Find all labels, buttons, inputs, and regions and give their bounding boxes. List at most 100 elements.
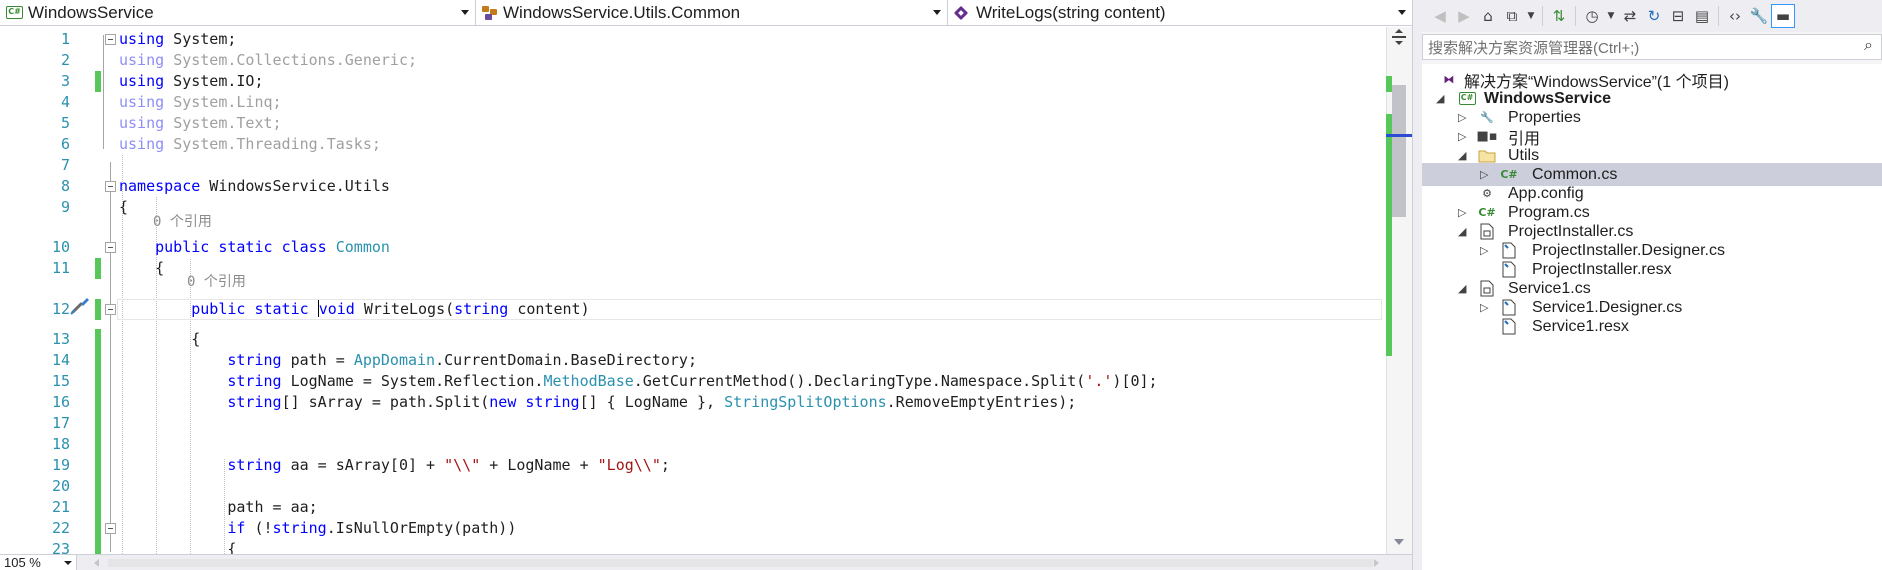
code-line[interactable]: 15 string LogName = System.Reflection.Me… [0,371,1386,392]
references-icon: ■▪ [1476,129,1498,144]
expanded-arrow-icon[interactable]: ◢ [1458,226,1468,237]
code-line[interactable]: 20 [0,476,1386,497]
expanded-arrow-icon[interactable]: ◢ [1458,283,1468,294]
member-dropdown[interactable]: WriteLogs(string content) [948,0,1412,25]
zoom-dropdown[interactable]: 105 % [0,555,77,570]
change-marker [95,434,101,455]
code-line[interactable]: 10 public static class Common [0,237,1386,258]
collapse-icon[interactable] [105,181,116,192]
code-text: { [119,330,201,348]
explorer-search-input[interactable]: 搜索解决方案资源管理器(Ctrl+;) ⌕ [1422,34,1882,60]
horizontal-scrollbar[interactable]: 105 % [0,554,1412,570]
component-file-icon [1478,280,1496,298]
code-line[interactable]: 12 public static void WriteLogs(string c… [0,299,1386,320]
csharp-project-icon: C# [1458,92,1476,105]
search-icon[interactable]: ⌕ [1864,37,1873,55]
collapsed-arrow-icon[interactable]: ▷ [1458,207,1468,218]
collapse-icon[interactable] [105,34,116,45]
collapsed-arrow-icon[interactable]: ▷ [1458,131,1468,142]
code-text: { [119,540,237,554]
chevron-down-icon [64,561,72,565]
code-line[interactable]: 8 namespace WindowsService.Utils [0,176,1386,197]
config-icon: ⚙ [1482,187,1492,200]
code-text: using System.IO; [119,72,264,90]
collapsed-arrow-icon[interactable]: ▷ [1480,245,1490,256]
sync-icon[interactable]: ⇄ [1618,4,1642,28]
preview-selected-items-icon[interactable]: ▬ [1771,4,1795,28]
code-line[interactable]: 19 string aa = sArray[0] + "\\" + LogNam… [0,455,1386,476]
change-marker [95,71,101,92]
expanded-arrow-icon[interactable]: ◢ [1458,150,1468,161]
class-icon [482,5,498,20]
pending-changes-filter-icon[interactable]: ⇅ [1547,4,1571,28]
collapse-icon[interactable] [105,304,116,315]
show-all-files-icon[interactable]: ▤ [1690,4,1714,28]
scroll-down-icon[interactable] [1394,539,1404,545]
code-line[interactable]: 16 string[] sArray = path.Split(new stri… [0,392,1386,413]
back-icon[interactable]: ◀ [1428,4,1452,28]
quick-actions-icon[interactable] [70,295,92,315]
scroll-left-icon[interactable] [94,559,99,567]
chevron-down-icon [1398,10,1406,15]
code-line[interactable]: 7 [0,155,1386,176]
refresh-icon[interactable]: ↻ [1642,4,1666,28]
code-line[interactable]: 18 [0,434,1386,455]
chevron-down-icon[interactable]: ▼ [1604,4,1618,28]
code-line[interactable]: 2 using System.Collections.Generic; [0,50,1386,71]
code-line[interactable]: 21 path = aa; [0,497,1386,518]
line-number: 3 [60,72,70,90]
project-dropdown[interactable]: C# WindowsService [0,0,476,25]
view-code-icon[interactable]: ‹› [1723,4,1747,28]
code-line[interactable]: 9{ [0,197,1386,218]
code-editor[interactable]: C# WindowsService WindowsService.Utils.C… [0,0,1412,570]
code-line[interactable]: 22 if (!string.IsNullOrEmpty(path)) [0,518,1386,539]
code-line[interactable]: 5 using System.Text; [0,113,1386,134]
tree-node-label: ProjectInstaller.resx [1532,260,1672,278]
collapsed-arrow-icon[interactable]: ▷ [1480,302,1490,313]
line-number: 1 [60,30,70,48]
chevron-down-icon[interactable]: ▼ [1524,4,1538,28]
code-line[interactable]: 11 { [0,258,1386,279]
project-dropdown-label: WindowsService [28,2,154,22]
toolbar-separator [1575,6,1576,26]
csharp-file-icon: C# [1500,168,1518,181]
collapse-all-icon[interactable]: ⊟ [1666,4,1690,28]
expanded-arrow-icon[interactable]: ◢ [1436,93,1446,104]
code-text-area[interactable]: 0 个引用 0 个引用 1 using System; 2 using System.… [0,27,1386,554]
line-number: 11 [51,259,70,277]
home-icon[interactable]: ⌂ [1476,4,1500,28]
tree-node-label: Utils [1508,146,1540,164]
code-line[interactable]: 3 using System.IO; [0,71,1386,92]
scroll-right-icon[interactable] [1374,559,1379,567]
navigation-bar: C# WindowsService WindowsService.Utils.C… [0,0,1412,26]
designer-file-icon [1500,318,1518,336]
switch-views-icon[interactable]: ⧉ [1500,4,1524,28]
history-icon[interactable]: ◷ [1580,4,1604,28]
horizontal-scroll-thumb[interactable] [108,559,1373,567]
code-text: namespace WindowsService.Utils [119,177,390,195]
code-line[interactable]: 1 using System; [0,29,1386,50]
collapse-icon[interactable] [105,242,116,253]
type-dropdown[interactable]: WindowsService.Utils.Common [476,0,948,25]
member-dropdown-label: WriteLogs(string content) [976,2,1166,22]
code-line[interactable]: 4 using System.Linq; [0,92,1386,113]
code-line[interactable]: 6 using System.Threading.Tasks; [0,134,1386,155]
code-text: using System; [119,30,237,48]
solution-explorer: ◀ ▶ ⌂ ⧉ ▼ ⇅ ◷ ▼ ⇄ ↻ ⊟ ▤ ‹› 🔧 ▬ 搜索解决方案资源管… [1422,0,1882,570]
collapse-icon[interactable] [105,523,116,534]
split-window-icon[interactable] [1389,28,1409,46]
line-number: 18 [51,435,70,453]
collapsed-arrow-icon[interactable]: ▷ [1458,112,1468,123]
code-line[interactable]: 14 string path = AppDomain.CurrentDomain… [0,350,1386,371]
properties-wrench-icon[interactable]: 🔧 [1747,4,1771,28]
vertical-scroll-thumb[interactable] [1392,85,1406,217]
tree-node-service1-resx[interactable]: Service1.resx [1422,315,1882,338]
code-line[interactable]: 17 [0,413,1386,434]
line-number: 22 [51,519,70,537]
code-line[interactable]: 13 { [0,329,1386,350]
collapsed-arrow-icon[interactable]: ▷ [1480,169,1490,180]
forward-icon[interactable]: ▶ [1452,4,1476,28]
pane-splitter[interactable] [1412,0,1422,570]
code-line[interactable]: 23 { [0,539,1386,554]
wrench-icon: 🔧 [1480,111,1494,124]
